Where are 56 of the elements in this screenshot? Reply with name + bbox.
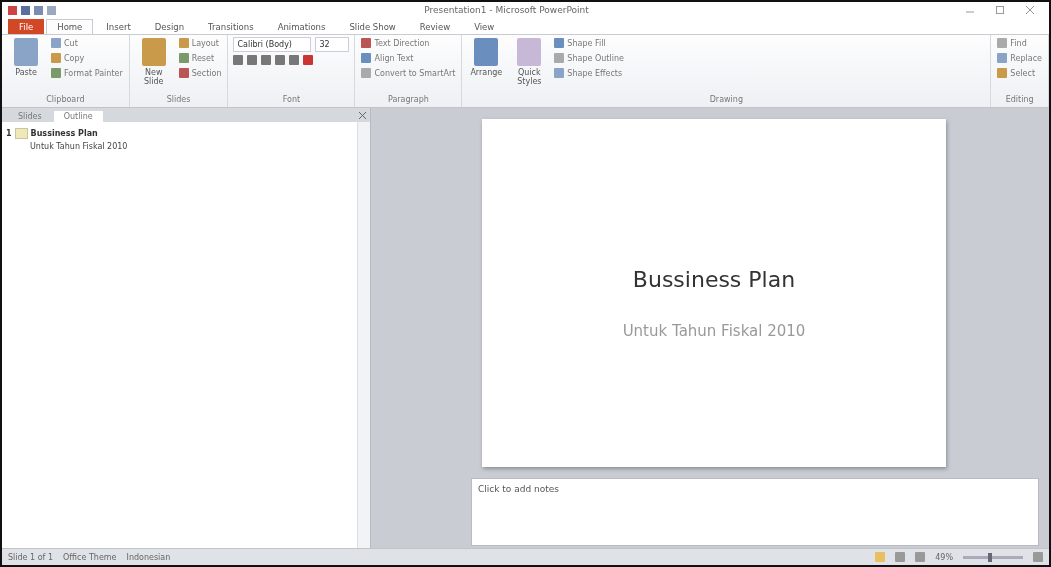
group-label: Slides [165, 95, 192, 106]
window-title: Presentation1 - Microsoft PowerPoint [423, 5, 590, 15]
ribbon-button[interactable]: Copy [50, 52, 124, 64]
slide-number: 1 [6, 129, 12, 138]
ribbon-tab[interactable]: Slide Show [338, 19, 407, 34]
scrollbar[interactable] [357, 122, 370, 548]
ribbon-tab[interactable]: Animations [266, 19, 337, 34]
ribbon-button[interactable]: Layout [177, 37, 223, 49]
pane-tab[interactable]: Outline [53, 111, 103, 122]
zoom-thumb[interactable] [988, 552, 992, 562]
ribbon-button[interactable]: Format Painter [50, 67, 124, 79]
ribbon-button[interactable]: Paste [7, 37, 45, 78]
pane-tab[interactable]: Slides [8, 111, 52, 122]
close-icon[interactable] [1026, 6, 1034, 14]
ribbon-tab[interactable]: Transitions [197, 19, 265, 34]
ribbon-tab[interactable]: View [463, 19, 506, 34]
ribbon-button[interactable]: Cut [50, 37, 124, 49]
group-label: Clipboard [45, 95, 86, 106]
ribbon-button[interactable]: Section [177, 67, 223, 79]
close-icon[interactable] [359, 111, 366, 119]
ribbon-button[interactable]: Quick Styles [510, 37, 549, 87]
maximize-icon[interactable] [996, 6, 1004, 14]
ribbon-button[interactable]: Reset [177, 52, 223, 64]
ribbon-tab[interactable]: Insert [95, 19, 142, 34]
ribbon-button[interactable]: New Slide [134, 37, 173, 87]
notes-field[interactable]: Click to add notes [471, 478, 1039, 546]
outline-subtitle[interactable]: Untuk Tahun Fiskal 2010 [6, 142, 353, 151]
group-label: Drawing [708, 95, 744, 106]
font-size-field[interactable]: 32 [315, 37, 350, 52]
language-label[interactable]: Indonesian [126, 552, 171, 562]
slide-icon [14, 128, 28, 139]
slide-subtitle[interactable]: Untuk Tahun Fiskal 2010 [622, 321, 806, 340]
ribbon-button[interactable]: Shape Fill [553, 37, 625, 49]
ribbon-button[interactable]: Shape Effects [553, 67, 625, 79]
slide-counter: Slide 1 of 1 [8, 552, 54, 562]
ribbon-button[interactable]: Text Direction [360, 37, 457, 49]
font-name-field[interactable]: Calibri (Body) [233, 37, 312, 52]
ribbon-button[interactable]: Replace [996, 52, 1043, 64]
ribbon-button[interactable]: Arrange [467, 37, 506, 78]
ribbon-button[interactable]: Select [996, 67, 1043, 79]
group-label: Font [281, 95, 302, 106]
group-label: Paragraph [386, 95, 430, 106]
ribbon-tab[interactable]: Design [143, 19, 196, 34]
ribbon-button[interactable]: Convert to SmartArt [360, 67, 457, 79]
group-label: Editing [1004, 95, 1035, 106]
ribbon-button[interactable]: Shape Outline [553, 52, 625, 64]
zoom-slider[interactable] [963, 555, 1023, 559]
slide-title[interactable]: Bussiness Plan [632, 266, 796, 292]
ribbon-tab[interactable]: Review [408, 19, 462, 34]
zoom-level[interactable]: 49% [935, 552, 953, 562]
outline-title[interactable]: Bussiness Plan [30, 129, 98, 138]
ribbon-button[interactable]: Align Text [360, 52, 457, 64]
theme-name: Office Theme [63, 552, 117, 562]
ribbon-tab[interactable]: Home [46, 19, 94, 34]
ribbon-button[interactable]: Find [996, 37, 1043, 49]
ribbon-tab[interactable]: File [8, 19, 45, 34]
